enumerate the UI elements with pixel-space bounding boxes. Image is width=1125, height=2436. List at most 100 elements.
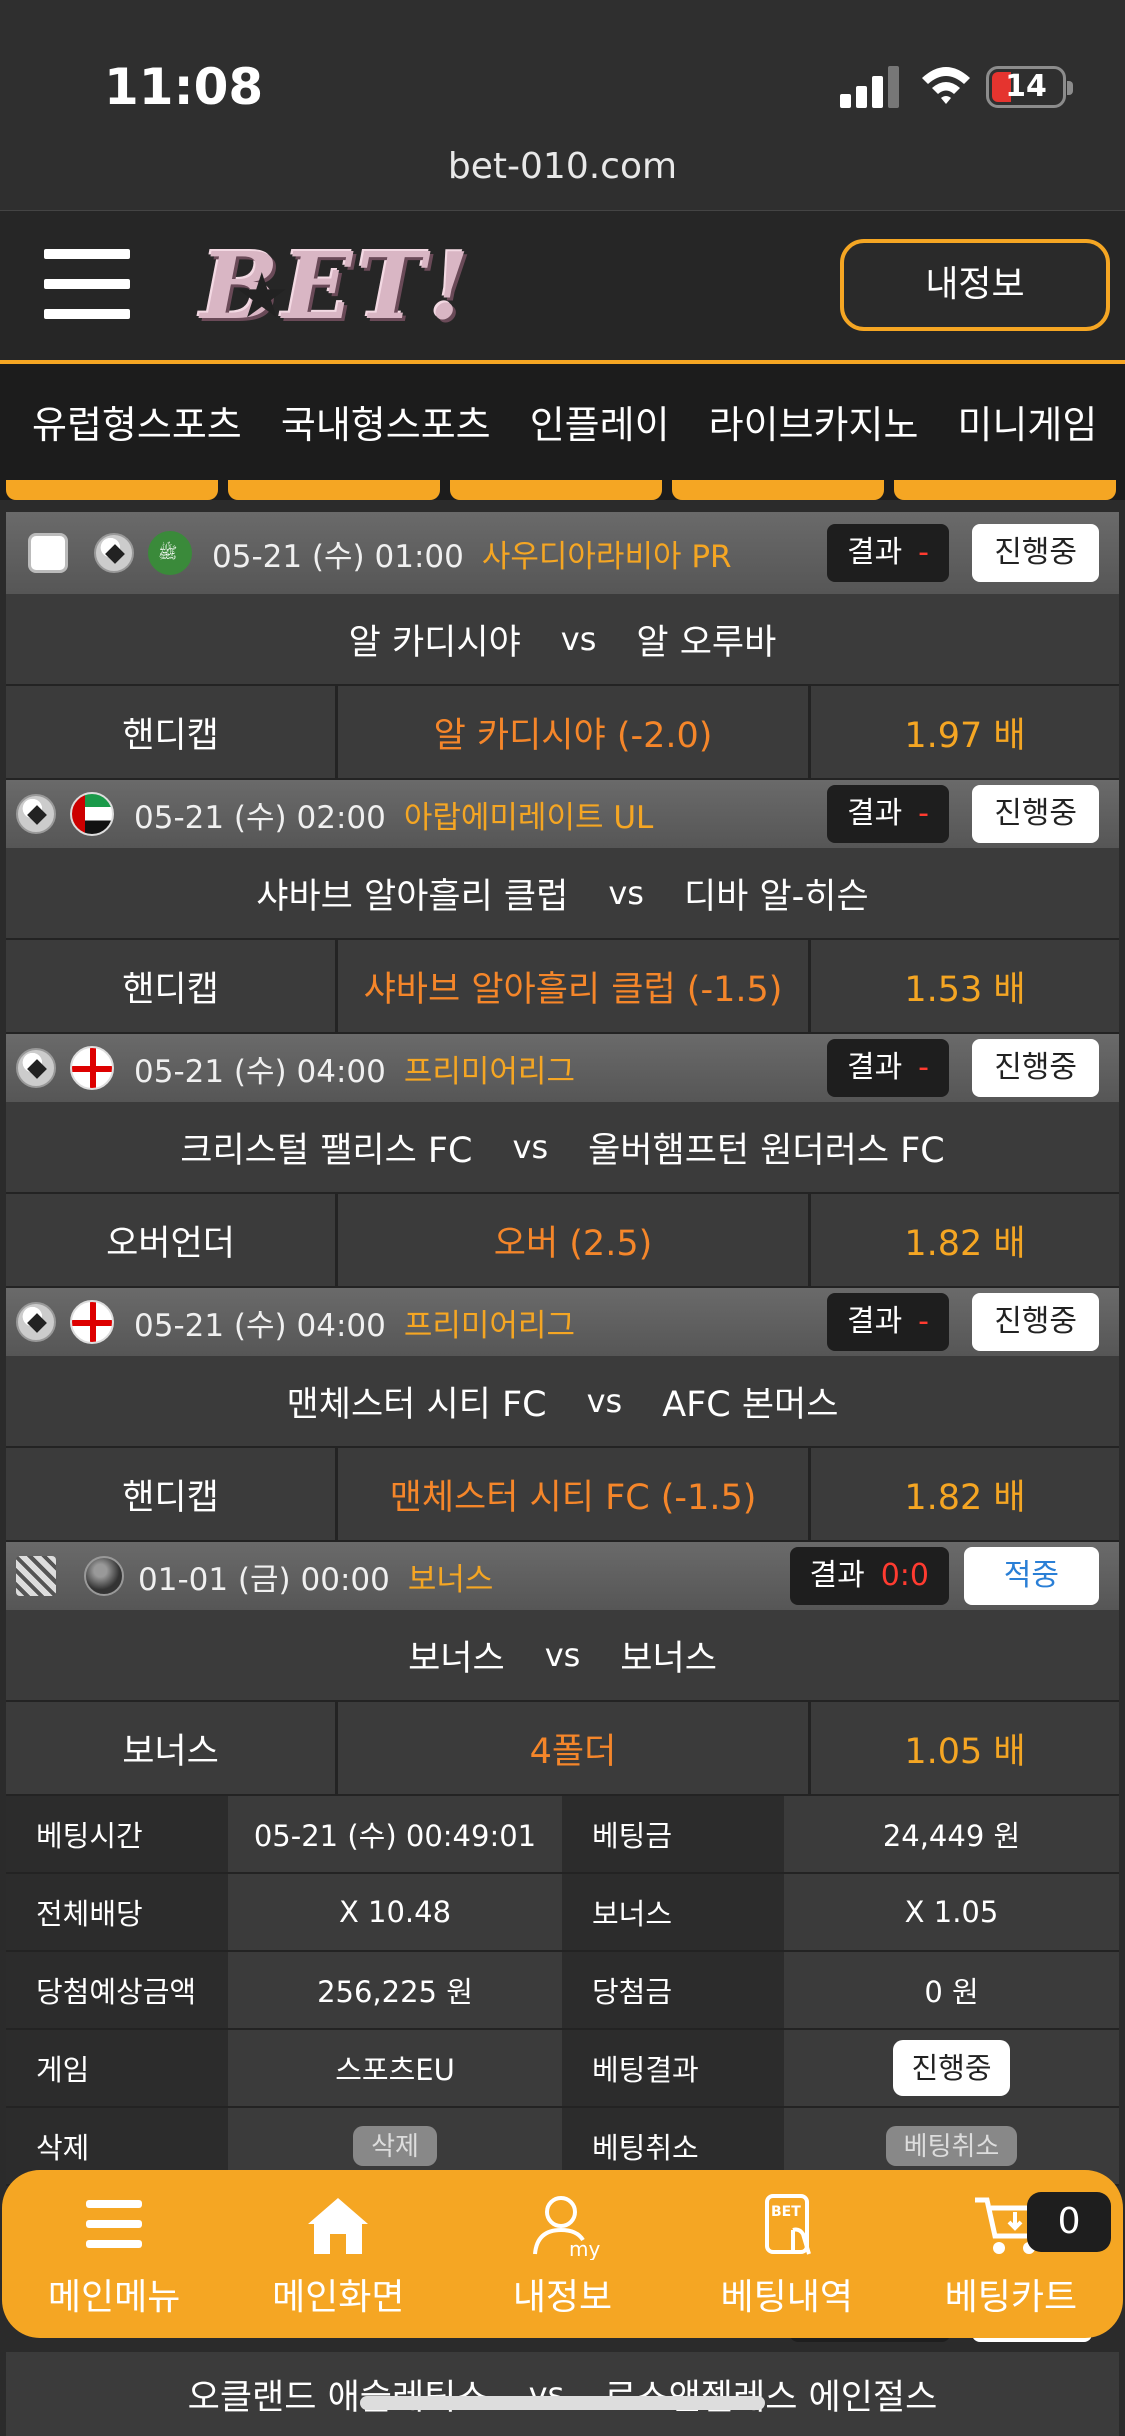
bet-time-label: 베팅시간 (6, 1796, 228, 1874)
vs-label: vs (586, 1382, 623, 1420)
vs-label: vs (512, 1128, 549, 1166)
bet-result-badge: 진행중 (893, 2040, 1010, 2096)
result-score: - (918, 1304, 929, 1339)
status-badge: 진행중 (972, 524, 1099, 582)
bottom-nav-my-info[interactable]: my 내정보 (450, 2170, 674, 2338)
bet-row: 핸디캡 샤바브 알아흘리 클럽 (-1.5) 1.53 배 (6, 940, 1119, 1034)
select-checkbox[interactable] (28, 533, 68, 573)
my-info-button[interactable]: 내정보 (840, 239, 1110, 331)
vs-label: vs (560, 620, 597, 658)
match-row: 오클랜드 애슬레틱스 vs 로스앤젤레스 에인절스 (6, 2352, 1119, 2436)
cancel-bet-button[interactable]: 베팅취소 (885, 2126, 1018, 2166)
match-row: 샤바브 알아흘리 클럽 vs 디바 알-히슨 (6, 848, 1119, 940)
nav-mini-game[interactable]: 미니게임 (958, 394, 1098, 449)
bet-type: 핸디캡 (6, 1448, 338, 1540)
cellular-signal-icon (840, 64, 900, 108)
battery-icon: 14 (986, 66, 1073, 108)
delete-button[interactable]: 삭제 (353, 2126, 437, 2166)
bet-type: 보너스 (6, 1702, 338, 1794)
league-name: 아랍에미레이트 UL (403, 799, 654, 836)
soccer-ball-icon (16, 1302, 56, 1342)
vs-label: vs (544, 1636, 581, 1674)
nav-tab-indicators (0, 480, 1125, 500)
bet-history-icon: BET (764, 2194, 811, 2255)
bottom-navigation: 메인메뉴 메인화면 my 내정보 BET 베팅내역 베팅카트 0 (2, 2170, 1123, 2338)
bet-type: 오버언더 (6, 1194, 338, 1286)
status-badge: 적중 (963, 1547, 1099, 1605)
bottom-nav-label: 메인메뉴 (47, 2277, 181, 2318)
my-icon-text: my (569, 2237, 600, 2260)
bottom-nav-bet-history[interactable]: BET 베팅내역 (675, 2170, 899, 2338)
nav-inplay[interactable]: 인플레이 (530, 394, 670, 449)
star-icon: ★ (234, 259, 290, 332)
bet-row: 핸디캡 알 카디시야 (-2.0) 1.97 배 (6, 686, 1119, 780)
home-indicator[interactable] (360, 2396, 765, 2410)
expected-win-value: 256,225 원 (228, 1952, 562, 2030)
soccer-ball-icon (16, 1048, 56, 1088)
match-row: 보너스 vs 보너스 (6, 1610, 1119, 1702)
soccer-ball-icon (94, 533, 134, 573)
away-team: 로스앤젤레스 에인절스 (604, 2377, 938, 2418)
result-label: 결과 (809, 1558, 865, 1593)
league-name: 프리미어리그 (403, 1307, 575, 1344)
game-datetime: 01-01 (금) 00:00 (138, 1561, 390, 1598)
bet-odds: 1.97 배 (904, 715, 1026, 756)
vs-label: vs (608, 874, 644, 912)
result-label: 결과 (846, 535, 903, 570)
bet-pick: 알 카디시야 (-2.0) (338, 686, 811, 778)
bottom-nav-main-menu[interactable]: 메인메뉴 (2, 2170, 226, 2338)
home-icon (308, 2198, 369, 2254)
result-box: 결과 - (826, 1039, 949, 1097)
bet-row: 오버언더 오버 (2.5) 1.82 배 (6, 1194, 1119, 1288)
result-box: 결과 - (826, 785, 949, 843)
away-team: AFC 본머스 (662, 1384, 839, 1425)
uae-flag-icon (70, 792, 114, 836)
ball-icon (84, 1556, 124, 1596)
away-team: 울버햄프턴 원더러스 FC (588, 1130, 945, 1171)
url-bar[interactable]: bet-010.com (0, 146, 1125, 187)
result-box: 결과 - (826, 1293, 949, 1351)
bonus-label: 보너스 (562, 1874, 784, 1952)
game-label: 게임 (6, 2030, 228, 2108)
game-header: ﷺ 05-21 (수) 01:00 사우디아라비아 PR 결과 - 진행중 (6, 512, 1119, 594)
bet-amount-value: 24,449 원 (784, 1796, 1119, 1874)
bet-result-label: 베팅결과 (562, 2030, 784, 2108)
nav-europe-sports[interactable]: 유럽형스포츠 (32, 394, 242, 449)
status-badge: 진행중 (972, 785, 1099, 843)
bet-odds: 1.82 배 (904, 1223, 1026, 1264)
match-row: 맨체스터 시티 FC vs AFC 본머스 (6, 1356, 1119, 1448)
england-flag-icon (70, 1300, 114, 1344)
status-badge: 진행중 (972, 1039, 1099, 1097)
category-nav: 유럽형스포츠 국내형스포츠 인플레이 라이브카지노 미니게임 가 (0, 360, 1125, 500)
status-badge: 진행중 (972, 1293, 1099, 1351)
result-score: - (918, 535, 929, 570)
soccer-ball-icon (16, 794, 56, 834)
bet-row: 보너스 4폴더 1.05 배 (6, 1702, 1119, 1796)
bottom-nav-label: 내정보 (512, 2277, 613, 2318)
league-name: 보너스 (407, 1561, 494, 1598)
user-icon: my (532, 2196, 600, 2260)
win-amount-value: 0 원 (784, 1952, 1119, 2030)
result-score: 0:0 (880, 1558, 929, 1593)
home-team: 알 카디시야 (348, 622, 521, 663)
expected-win-label: 당첨예상금액 (6, 1952, 228, 2030)
result-label: 결과 (846, 1304, 903, 1339)
hamburger-menu-icon[interactable] (44, 249, 130, 321)
game-header: 05-21 (수) 02:00 아랍에미레이트 UL 결과 - 진행중 (6, 780, 1119, 848)
nav-domestic-sports[interactable]: 국내형스포츠 (281, 394, 491, 449)
bet-pick: 맨체스터 시티 FC (-1.5) (338, 1448, 811, 1540)
bottom-nav-bet-cart[interactable]: 베팅카트 0 (899, 2170, 1123, 2338)
bet-odds: 1.82 배 (904, 1477, 1026, 1518)
dice-icon (16, 1556, 56, 1596)
bonus-value: X 1.05 (784, 1874, 1119, 1952)
nav-live-casino[interactable]: 라이브카지노 (709, 394, 919, 449)
clock: 11:08 (104, 58, 264, 116)
home-team: 샤바브 알아흘리 클럽 (256, 876, 569, 917)
home-team: 맨체스터 시티 FC (286, 1384, 547, 1425)
bet-summary-table: 베팅시간 05-21 (수) 00:49:01 베팅금 24,449 원 전체배… (6, 1796, 1119, 2186)
game-value: 스포츠EU (228, 2030, 562, 2108)
league-name: 프리미어리그 (403, 1053, 575, 1090)
bottom-nav-home[interactable]: 메인화면 (226, 2170, 450, 2338)
site-logo[interactable]: BET! ★ (172, 231, 502, 341)
result-score: - (918, 796, 929, 831)
